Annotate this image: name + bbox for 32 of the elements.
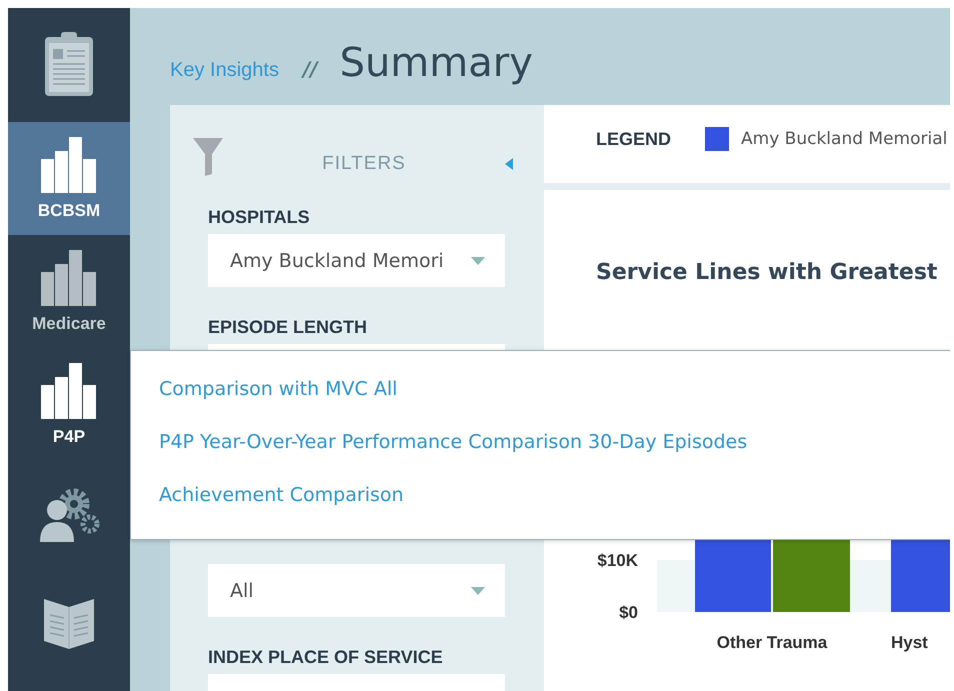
legend-title: LEGEND <box>596 128 672 150</box>
category-label: Hyst <box>891 633 928 652</box>
sidebar-label: P4P <box>52 426 86 446</box>
funnel-icon <box>193 138 223 176</box>
sidebar-label: Medicare <box>32 314 106 334</box>
menu-link[interactable]: Comparison with MVC All <box>159 377 398 402</box>
sidebar-item[interactable]: P4P <box>8 348 130 461</box>
menu-link[interactable]: P4P Year-Over-Year Performance Comparison 30-Day Episodes <box>159 430 748 455</box>
axis-tick-label: $0 <box>619 603 638 622</box>
chart-title: Service Lines with Greatest <box>596 260 938 285</box>
menu-link[interactable]: Achievement Comparison <box>159 483 404 508</box>
filter-label: INDEX PLACE OF SERVICE <box>208 647 444 667</box>
person-gears-icon <box>38 486 100 542</box>
filter-label: EPISODE LENGTH <box>208 317 368 337</box>
page-title: Summary <box>340 40 533 86</box>
caret-icon <box>471 586 485 594</box>
category-label: Other Trauma <box>716 633 828 652</box>
caret-icon <box>471 256 485 264</box>
clipboard-icon <box>44 31 94 97</box>
sidebar-item[interactable]: Medicare <box>8 235 130 348</box>
axis-tick-label: $10K <box>597 551 638 570</box>
legend-label: Amy Buckland Memorial <box>741 129 948 149</box>
filter-label: HOSPITALS <box>208 207 311 227</box>
breadcrumb-separator: // <box>302 57 318 81</box>
bar-chart-icon <box>41 136 97 192</box>
sidebar-item[interactable]: BCBSM <box>8 122 130 235</box>
filters-heading: FILTERS <box>321 152 407 175</box>
dropdown-field[interactable]: All <box>208 564 505 617</box>
bar-chart-icon <box>41 250 97 306</box>
dropdown-field[interactable]: Amy Buckland Memori <box>208 234 505 287</box>
bar-chart-icon <box>41 362 97 418</box>
sidebar-label: BCBSM <box>38 200 100 220</box>
